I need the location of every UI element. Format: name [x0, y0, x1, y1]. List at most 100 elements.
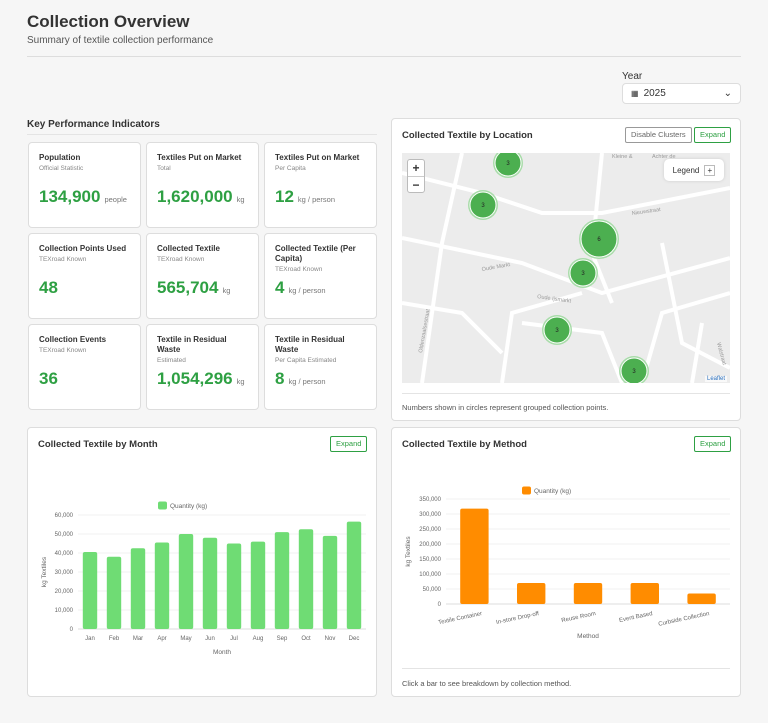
kpi-card: Textiles Put on Market Per Capita 12 kg … — [264, 142, 377, 228]
y-tick-label: 100,000 — [419, 572, 441, 578]
chevron-down-icon: ⌄ — [723, 88, 732, 99]
x-tick-label: Jul — [230, 636, 238, 642]
y-tick-label: 150,000 — [419, 557, 441, 563]
bar[interactable] — [322, 535, 338, 629]
cluster-marker[interactable]: 3 — [568, 258, 598, 288]
bar[interactable] — [250, 541, 266, 629]
bar[interactable] — [687, 593, 716, 605]
kpi-subtitle: TEXroad Known — [39, 256, 87, 263]
bar[interactable] — [178, 534, 194, 629]
map-title: Collected Textile by Location — [402, 130, 533, 141]
y-tick-label: 50,000 — [423, 587, 442, 593]
x-tick-label: In-store Drop-off — [496, 611, 540, 626]
kpi-unit: kg / person — [297, 195, 336, 204]
x-tick-label: Apr — [157, 636, 166, 642]
kpi-unit: kg — [222, 286, 231, 295]
y-tick-label: 20,000 — [55, 589, 74, 595]
kpi-value: 36 — [39, 369, 58, 388]
y-tick-label: 200,000 — [419, 542, 441, 548]
method-bar-chart: Quantity (kg) 0 50,000 100,000 150,000 200,00… — [405, 486, 730, 640]
bar[interactable] — [226, 543, 242, 630]
page-subtitle: Summary of textile collection performanc… — [27, 35, 214, 46]
chart-legend: Quantity (kg) — [158, 501, 207, 510]
x-tick-label: Dec — [349, 636, 360, 642]
legend-label: Quantity (kg) — [170, 503, 207, 510]
bar[interactable] — [106, 556, 122, 629]
cluster-marker[interactable]: 3 — [542, 315, 572, 345]
y-tick-label: 0 — [438, 602, 442, 608]
y-tick-label: 30,000 — [55, 570, 74, 576]
y-axis-title: kg Textiles — [405, 536, 412, 567]
divider — [27, 134, 377, 135]
kpi-title: Textile in Residual Waste — [275, 335, 345, 354]
plus-icon[interactable]: + — [704, 164, 716, 176]
x-tick-label: Mar — [133, 636, 143, 642]
cluster-marker[interactable]: 3 — [468, 190, 498, 220]
bar[interactable] — [298, 529, 314, 629]
kpi-subtitle: TEXroad Known — [157, 256, 205, 263]
bar[interactable] — [630, 583, 659, 604]
x-tick-label: Curbside Collection — [658, 611, 710, 628]
zoom-in-button[interactable]: + — [408, 160, 424, 177]
street-label: Nieuwstraat — [631, 207, 661, 217]
kpi-value: 134,900 — [39, 187, 101, 206]
divider — [27, 56, 741, 57]
y-tick-label: 40,000 — [55, 551, 74, 557]
y-tick-label: 50,000 — [55, 532, 74, 538]
kpi-value: 1,620,000 — [157, 187, 233, 206]
kpi-card: Collected Textile (Per Capita) TEXroad K… — [264, 233, 377, 319]
kpi-unit: people — [104, 195, 127, 204]
kpi-card: Collection Events TEXroad Known 36 — [28, 324, 141, 410]
street-label: Kleine & — [612, 154, 633, 160]
map-expand-button[interactable]: Expand — [694, 127, 732, 143]
bar[interactable] — [82, 552, 98, 629]
bar[interactable] — [460, 508, 489, 604]
x-tick-label: Nov — [325, 636, 336, 642]
kpi-unit: kg — [236, 195, 245, 204]
zoom-out-button[interactable]: − — [408, 177, 424, 193]
kpi-value: 4 — [275, 278, 285, 297]
kpi-unit: kg / person — [288, 377, 326, 386]
kpi-title: Collection Points Used — [39, 244, 127, 253]
method-chart-panel: Collected Textile by Method Expand Quant… — [391, 427, 741, 697]
x-tick-label: Feb — [109, 636, 120, 642]
map[interactable]: Nieuwstraat Oude Markt Oude Ijsmarkt Oldenz… — [402, 153, 730, 383]
x-tick-label: Sep — [277, 636, 288, 642]
kpi-title: Textiles Put on Market — [157, 153, 242, 162]
kpi-title: Collected Textile (Per Capita) — [275, 244, 356, 263]
attribution-link[interactable]: Leaflet — [704, 376, 727, 382]
bar[interactable] — [130, 548, 146, 629]
x-tick-label: Event Based — [619, 611, 654, 624]
bar[interactable] — [154, 542, 170, 629]
kpi-card: Textile in Residual Waste Per Capita Est… — [264, 324, 377, 410]
bar[interactable] — [573, 583, 603, 604]
map-panel: Collected Textile by Location Disable Cl… — [391, 118, 741, 421]
cluster-marker[interactable]: 3 — [619, 356, 649, 383]
y-tick-label: 60,000 — [55, 513, 74, 519]
kpi-card: Textiles Put on Market Total 1,620,000 k… — [146, 142, 259, 228]
y-axis-title: kg Textiles — [41, 556, 48, 587]
x-axis-title: Month — [213, 649, 231, 656]
kpi-value: 12 — [275, 187, 294, 206]
legend-control[interactable]: Legend + — [664, 159, 724, 181]
kpi-title: Textiles Put on Market — [275, 153, 360, 162]
year-select[interactable]: ▦ 2025 ⌄ — [622, 83, 741, 104]
y-tick-label: 0 — [70, 627, 74, 633]
cluster-marker[interactable]: 3 — [493, 153, 523, 178]
bar[interactable] — [346, 521, 362, 629]
bar[interactable] — [274, 532, 290, 629]
disable-clusters-button[interactable]: Disable Clusters — [625, 127, 692, 143]
kpi-card: Population Official Statistic 134,900 pe… — [28, 142, 141, 228]
cluster-marker[interactable]: 6 — [579, 219, 619, 259]
kpi-title: Population — [39, 153, 81, 162]
x-tick-label: Reuse Room — [561, 611, 596, 624]
bar[interactable] — [202, 537, 218, 629]
bar[interactable] — [517, 583, 546, 604]
x-tick-label: Jan — [85, 636, 95, 642]
kpi-unit: kg / person — [288, 286, 326, 295]
kpi-subtitle: Official Statistic — [39, 165, 84, 172]
calendar-icon: ▦ — [631, 89, 639, 98]
year-value: 2025 — [643, 88, 666, 99]
legend-swatch — [158, 501, 167, 510]
map-tiles: NieuwstraatOude MarktOude IjsmarktOldenz… — [402, 153, 730, 383]
